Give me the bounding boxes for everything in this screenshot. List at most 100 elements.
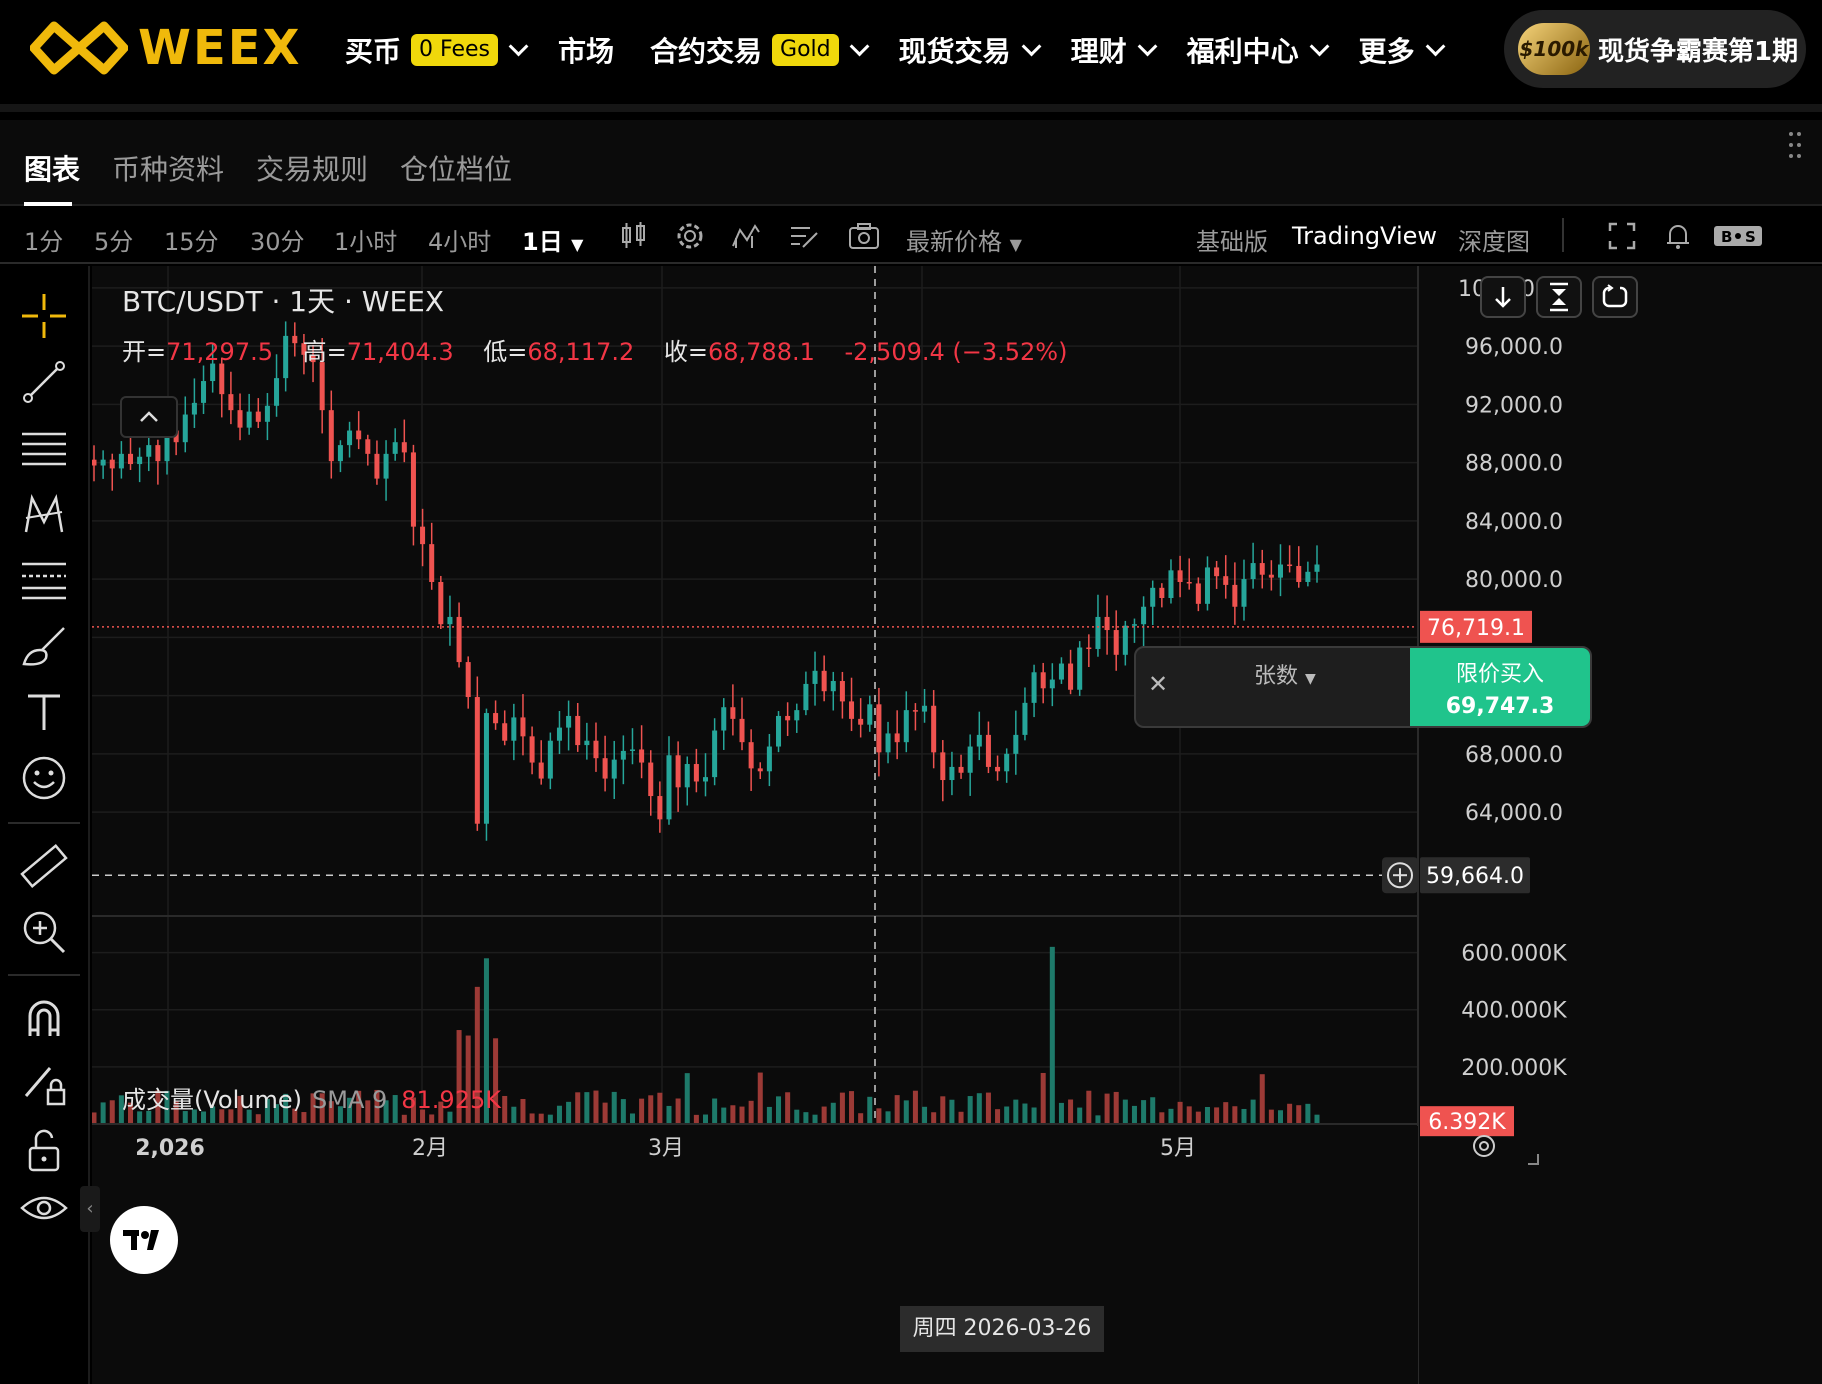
collapse-legend-button[interactable] xyxy=(120,396,178,438)
price-tick-label: 88,000.0 xyxy=(1465,452,1563,477)
pattern-tool-icon[interactable] xyxy=(18,488,70,540)
nav-item-buy-crypto[interactable]: 买币 0 Fees xyxy=(345,30,529,70)
nav-label: 合约交易 xyxy=(650,35,763,68)
add-alert-plus-icon[interactable] xyxy=(1382,857,1418,894)
unlock-icon[interactable] xyxy=(18,1124,70,1176)
candle-body xyxy=(392,442,398,454)
view-basic[interactable]: 基础版 xyxy=(1196,222,1268,257)
fullscreen-icon[interactable] xyxy=(1604,218,1640,254)
price-type-dropdown[interactable]: 最新价格 ▼ xyxy=(906,222,1022,257)
crosshair-icon[interactable] xyxy=(18,290,70,342)
candle-body xyxy=(429,544,435,582)
view-tradingview[interactable]: TradingView xyxy=(1292,222,1437,250)
candle-body xyxy=(730,707,736,719)
volume-bar xyxy=(912,1090,918,1124)
volume-bar xyxy=(1058,1102,1064,1124)
tradingview-logo[interactable] xyxy=(110,1206,178,1274)
alert-bell-icon[interactable] xyxy=(1660,218,1696,254)
interval-1m[interactable]: 1分 xyxy=(24,222,63,257)
magnet-icon[interactable] xyxy=(18,992,70,1044)
active-tab-underline xyxy=(24,202,72,206)
nav-item-more[interactable]: 更多 xyxy=(1359,30,1446,70)
edit-drawing-icon[interactable] xyxy=(786,218,822,254)
text-tool-icon[interactable] xyxy=(18,686,70,738)
candle-body xyxy=(529,736,535,763)
tab-position-tiers[interactable]: 仓位档位 xyxy=(400,148,512,188)
candle-body xyxy=(867,704,873,725)
candle-type-icon[interactable] xyxy=(616,218,652,254)
candle-body xyxy=(1287,564,1293,567)
volume-bar xyxy=(1277,1110,1284,1124)
quantity-unit-dropdown[interactable]: 张数 ▼ xyxy=(1254,658,1316,690)
caret-down-icon: ▼ xyxy=(1305,671,1316,687)
reset-icon xyxy=(1602,284,1628,308)
drag-handle-icon[interactable] xyxy=(1788,130,1802,160)
interval-1d-dropdown[interactable]: 1日 ▼ xyxy=(522,222,583,257)
candle-body xyxy=(237,410,243,428)
weex-logo[interactable]: WEEX xyxy=(30,18,302,78)
volume-bar xyxy=(976,1093,982,1124)
fib-tool-icon[interactable] xyxy=(18,554,70,606)
visibility-eye-icon[interactable] xyxy=(18,1182,70,1234)
nav-item-earn[interactable]: 理财 xyxy=(1071,30,1158,70)
interval-1h[interactable]: 1小时 xyxy=(334,222,397,257)
candle-body xyxy=(702,777,709,782)
svg-text:S: S xyxy=(1745,228,1756,246)
auto-scale-button[interactable] xyxy=(1536,276,1582,318)
candle-body xyxy=(1104,616,1110,631)
tab-coin-info[interactable]: 币种资料 xyxy=(112,148,224,188)
chart-toolbar: 1分 5分 15分 30分 1小时 4小时 1日 ▼ 最新价格 ▼ 基础版 Tr… xyxy=(0,208,1822,264)
emoji-icon[interactable] xyxy=(18,752,70,804)
nav-item-rewards[interactable]: 福利中心 xyxy=(1187,30,1330,70)
interval-5m[interactable]: 5分 xyxy=(94,222,133,257)
interval-4h[interactable]: 4小时 xyxy=(428,222,491,257)
candle-body xyxy=(1186,581,1192,584)
volume-bar xyxy=(1214,1107,1220,1124)
nav-item-market[interactable]: 市场 xyxy=(558,30,614,70)
candle-body xyxy=(803,683,809,711)
expand-sidebar-handle[interactable]: ‹ xyxy=(80,1186,100,1232)
candle-body xyxy=(502,723,508,741)
interval-30m[interactable]: 30分 xyxy=(250,222,305,257)
candle-body xyxy=(684,764,690,788)
candle-body xyxy=(493,713,499,724)
tab-chart[interactable]: 图表 xyxy=(24,148,80,188)
drawing-tools-sidebar xyxy=(0,266,90,1384)
candle-body xyxy=(903,710,909,743)
candle-body xyxy=(356,430,362,440)
indicators-icon[interactable] xyxy=(728,218,764,254)
candle-body xyxy=(1031,672,1037,703)
tab-trading-rules[interactable]: 交易规则 xyxy=(256,148,368,188)
lock-drawing-pen-icon[interactable] xyxy=(18,1058,70,1110)
trend-line-icon[interactable] xyxy=(18,356,70,408)
close-icon[interactable]: ✕ xyxy=(1148,670,1168,698)
volume-bar xyxy=(620,1099,626,1124)
price-chart[interactable]: 100,000.096,000.092,000.088,000.084,000.… xyxy=(80,266,1822,1384)
camera-screenshot-icon[interactable] xyxy=(846,218,882,254)
candle-body xyxy=(1159,587,1165,599)
nav-item-futures[interactable]: 合约交易 Gold xyxy=(650,30,870,70)
view-depth[interactable]: 深度图 xyxy=(1458,222,1530,257)
nav-item-spot[interactable]: 现货交易 xyxy=(899,30,1042,70)
open-value: 71,297.5 xyxy=(166,338,273,366)
candle-body xyxy=(1095,616,1101,649)
candle-body xyxy=(602,758,608,779)
horizontal-lines-icon[interactable] xyxy=(18,422,70,474)
time-tick-label: 5月 xyxy=(1160,1136,1196,1161)
volume-label: 成交量(Volume) xyxy=(122,1086,302,1114)
limit-buy-button[interactable]: 限价买入 69,747.3 xyxy=(1410,648,1590,726)
reset-chart-button[interactable] xyxy=(1592,276,1638,318)
zoom-in-icon[interactable] xyxy=(18,906,70,958)
interval-15m[interactable]: 15分 xyxy=(164,222,219,257)
candle-body xyxy=(922,705,928,712)
volume-bar xyxy=(712,1098,718,1124)
settings-gear-icon[interactable] xyxy=(672,218,708,254)
promo-banner[interactable]: $100k 现货争霸赛第1期 xyxy=(1504,10,1806,88)
scroll-to-latest-button[interactable] xyxy=(1480,276,1526,318)
ruler-measure-icon[interactable] xyxy=(18,840,70,892)
chart-canvas[interactable]: 100,000.096,000.092,000.088,000.084,000.… xyxy=(92,266,1822,1384)
buy-sell-marks-icon[interactable]: B S xyxy=(1712,218,1764,254)
brush-icon[interactable] xyxy=(18,620,70,672)
crosshair-date-label: 周四 2026-03-26 xyxy=(900,1306,1104,1352)
volume-bar xyxy=(867,1096,873,1124)
